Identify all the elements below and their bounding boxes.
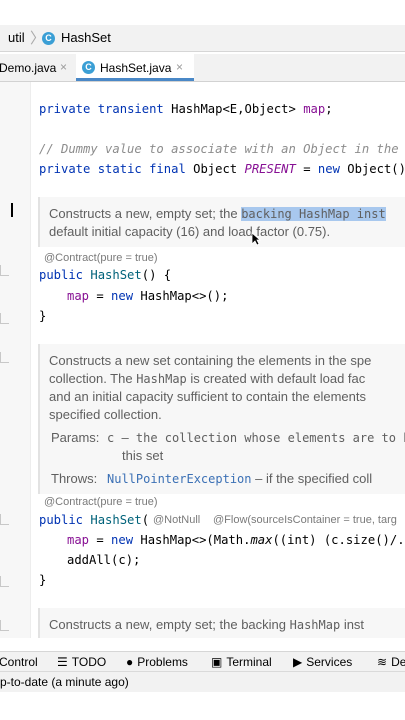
fold-marker-icon[interactable] <box>0 620 9 631</box>
breadcrumb-class[interactable]: HashSet <box>61 30 111 45</box>
javadoc-block[interactable]: Constructs a new, empty set; the backing… <box>38 197 405 247</box>
tool-window-debug[interactable]: ≋ De <box>377 655 405 669</box>
breadcrumb-package[interactable]: util <box>8 30 25 45</box>
javadoc-text: Constructs a new, empty set; the backing… <box>49 617 365 632</box>
status-bar: p-to-date (a minute ago) <box>0 671 405 692</box>
javadoc-text: Constructs a new set containing the elem… <box>49 353 372 368</box>
javadoc-param: c – the collection whose elements are to… <box>107 431 405 445</box>
close-icon[interactable]: × <box>176 60 183 74</box>
javadoc-block[interactable]: Constructs a new set containing the elem… <box>38 344 405 494</box>
fold-marker-icon[interactable] <box>0 313 9 324</box>
code-line: public HashSet( <box>39 513 157 527</box>
code-line: } <box>39 309 47 323</box>
javadoc-text: specified collection. <box>49 407 162 422</box>
editor-gutter[interactable] <box>0 82 31 638</box>
exception-link[interactable]: NullPointerException <box>107 472 252 486</box>
tool-window-bar: Control ☰ TODO ● Problems ▣ Terminal ▶ Servi… <box>0 651 405 672</box>
code-line: public HashSet() { <box>39 268 172 282</box>
javadoc-text: default initial capacity (16) and load f… <box>49 224 331 239</box>
javadoc-block[interactable]: Constructs a new, empty set; the backing… <box>38 608 405 638</box>
tab-label: Demo.java <box>0 61 57 75</box>
layers-icon: ≋ <box>377 655 388 669</box>
fold-marker-icon[interactable] <box>0 352 9 363</box>
inferred-annotation: @NotNull <box>153 514 201 526</box>
fold-marker-icon[interactable] <box>0 576 9 587</box>
code-comment: // Dummy value to associate with an Obje… <box>39 142 405 156</box>
javadoc-param: this set <box>122 448 164 463</box>
selection-highlight: backing HashMap inst <box>241 207 386 221</box>
list-icon: ☰ <box>57 655 68 669</box>
fold-marker-icon[interactable] <box>0 265 9 276</box>
ide-window: util 〉 C HashSet Demo.java × C HashSet.j… <box>0 0 405 720</box>
fold-marker-icon[interactable] <box>0 514 9 525</box>
close-icon[interactable]: × <box>60 60 67 74</box>
javadoc-text: Constructs a new, empty set; the backing… <box>49 206 386 221</box>
tab-label: HashSet.java <box>100 61 172 75</box>
status-message[interactable]: p-to-date (a minute ago) <box>0 675 129 689</box>
services-icon: ▶ <box>293 655 303 669</box>
code-editor[interactable]: private transient HashMap<E,Object> map;… <box>0 82 405 638</box>
editor-tabs: Demo.java × C HashSet.java × <box>0 54 405 82</box>
javadoc-throws-label: Throws: <box>51 471 98 486</box>
warning-dot-icon: ● <box>126 655 134 669</box>
code-line: } <box>39 573 47 587</box>
class-icon: C <box>82 61 95 74</box>
code-line: private transient HashMap<E,Object> map; <box>39 102 333 116</box>
breadcrumb: util 〉 C HashSet <box>0 25 405 52</box>
tool-window-problems[interactable]: ● Problems <box>126 655 188 669</box>
tool-window-todo[interactable]: ☰ TODO <box>57 655 106 669</box>
tab-hashset-java[interactable]: C HashSet.java × <box>76 54 194 81</box>
javadoc-text: collection. The HashMap is created with … <box>49 371 366 386</box>
mouse-pointer-icon <box>251 232 261 246</box>
tool-window-services[interactable]: ▶ Services <box>293 655 352 669</box>
terminal-icon: ▣ <box>211 655 223 669</box>
tab-demo-java[interactable]: Demo.java × <box>0 54 76 81</box>
code-line: map = new HashMap<>(Math.max((int) (c.si… <box>67 533 405 547</box>
tool-window-control[interactable]: Control <box>0 655 38 669</box>
inferred-annotation: @Flow(sourceIsContainer = true, targ <box>213 514 397 526</box>
javadoc-throws: NullPointerException – if the specified … <box>107 471 373 486</box>
tool-window-terminal[interactable]: ▣ Terminal <box>211 655 272 669</box>
javadoc-text: and an initial capacity sufficient to co… <box>49 389 367 404</box>
inferred-annotation: @Contract(pure = true) <box>44 252 158 264</box>
class-icon: C <box>42 32 55 45</box>
javadoc-params-label: Params: <box>51 430 100 445</box>
code-line: addAll(c); <box>67 553 141 567</box>
code-line: map = new HashMap<>(); <box>67 289 229 303</box>
text-caret <box>11 203 13 217</box>
code-line: private static final Object PRESENT = ne… <box>39 162 405 176</box>
inferred-annotation: @Contract(pure = true) <box>44 496 158 508</box>
